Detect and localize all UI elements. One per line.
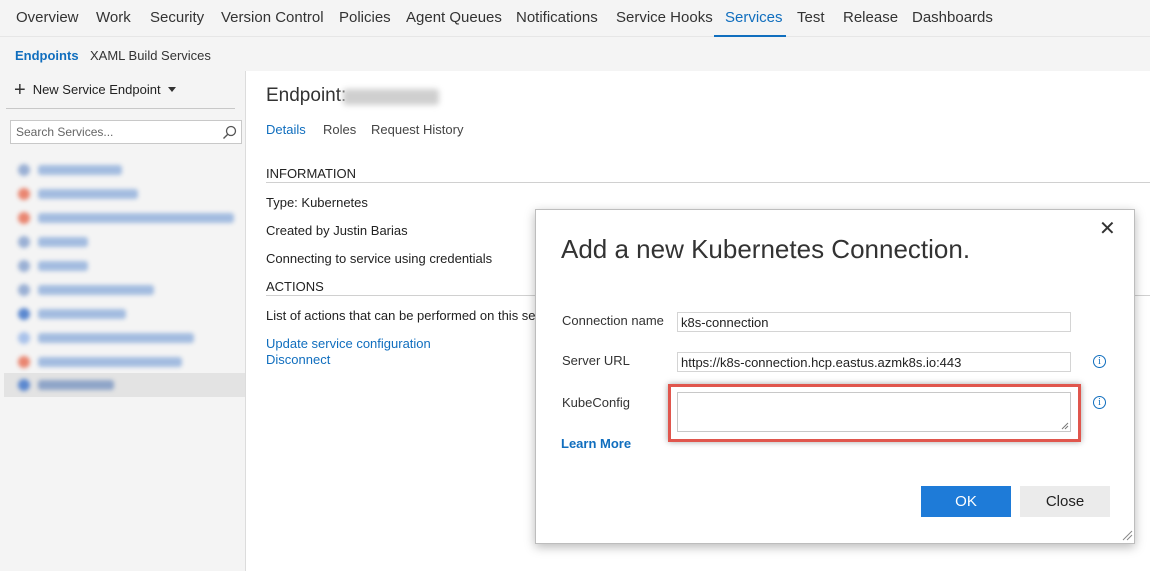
add-kubernetes-connection-dialog: Add a new Kubernetes Connection. ✕ Conne… [535,209,1135,544]
service-list-item[interactable] [18,209,234,227]
tab-notifications[interactable]: Notifications [516,9,598,26]
search-input[interactable] [11,121,211,143]
tab-roles[interactable]: Roles [323,122,356,137]
connection-name-input[interactable] [677,312,1071,332]
close-button[interactable]: Close [1020,486,1110,517]
connecting-line: Connecting to service using credentials [266,251,493,266]
type-line: Type: Kubernetes [266,195,368,210]
sub-navigation: Endpoints XAML Build Services [0,37,1150,71]
ok-button[interactable]: OK [921,486,1011,517]
update-service-configuration-link[interactable]: Update service configuration [266,336,431,351]
tab-dashboards[interactable]: Dashboards [912,9,993,26]
dialog-resize-handle-icon[interactable] [1122,530,1133,541]
resize-handle-icon[interactable] [1061,422,1069,430]
server-url-label: Server URL [562,353,630,368]
endpoint-name-redacted [343,89,439,105]
plus-icon: + [14,78,26,101]
search-services-box [10,120,242,144]
endpoint-title: Endpoint: [266,85,347,106]
service-list-item[interactable] [18,353,182,371]
chevron-down-icon [167,87,176,92]
service-list-item[interactable] [18,305,126,323]
tab-policies[interactable]: Policies [339,9,391,26]
top-navigation: Overview Work Security Version Control P… [0,0,1150,37]
service-list-item[interactable] [18,233,88,251]
server-url-info-icon[interactable]: i [1093,355,1106,368]
close-icon[interactable]: ✕ [1099,216,1116,241]
services-sidebar: + New Service Endpoint [0,71,246,571]
information-heading: INFORMATION [266,166,357,181]
new-service-endpoint-label: New Service Endpoint [32,82,161,97]
dialog-title: Add a new Kubernetes Connection. [561,234,971,264]
learn-more-link[interactable]: Learn More [561,436,631,451]
tab-test[interactable]: Test [797,9,825,26]
service-list-item[interactable] [18,329,194,347]
service-list-item[interactable] [18,161,122,179]
kubeconfig-label: KubeConfig [562,395,630,410]
server-url-input[interactable] [677,352,1071,372]
tab-request-history[interactable]: Request History [371,122,463,137]
service-list-item[interactable] [18,185,138,203]
actions-description: List of actions that can be performed on… [266,308,563,323]
created-by-line: Created by Justin Barias [266,223,408,238]
tab-release[interactable]: Release [843,9,898,26]
tab-details[interactable]: Details [266,122,306,137]
tab-services[interactable]: Services [725,9,783,26]
tab-security[interactable]: Security [150,9,204,26]
subtab-endpoints[interactable]: Endpoints [15,48,79,63]
search-icon[interactable] [222,125,237,140]
service-list-item[interactable] [18,257,88,275]
kubeconfig-textarea[interactable] [677,392,1071,432]
service-list-item[interactable] [18,376,114,394]
kubeconfig-info-icon[interactable]: i [1093,396,1106,409]
actions-heading: ACTIONS [266,279,324,294]
service-list-item[interactable] [18,281,154,299]
tab-overview[interactable]: Overview [16,9,79,26]
subtab-xaml-build-services[interactable]: XAML Build Services [90,48,211,63]
tab-agent-queues[interactable]: Agent Queues [406,9,502,26]
tab-service-hooks[interactable]: Service Hooks [616,9,713,26]
section-divider [266,182,1150,183]
disconnect-link[interactable]: Disconnect [266,352,330,367]
tab-work[interactable]: Work [96,9,131,26]
tab-version-control[interactable]: Version Control [221,9,324,26]
sidebar-divider [6,108,235,109]
new-service-endpoint-button[interactable]: + New Service Endpoint [14,78,176,101]
connection-name-label: Connection name [562,313,664,328]
